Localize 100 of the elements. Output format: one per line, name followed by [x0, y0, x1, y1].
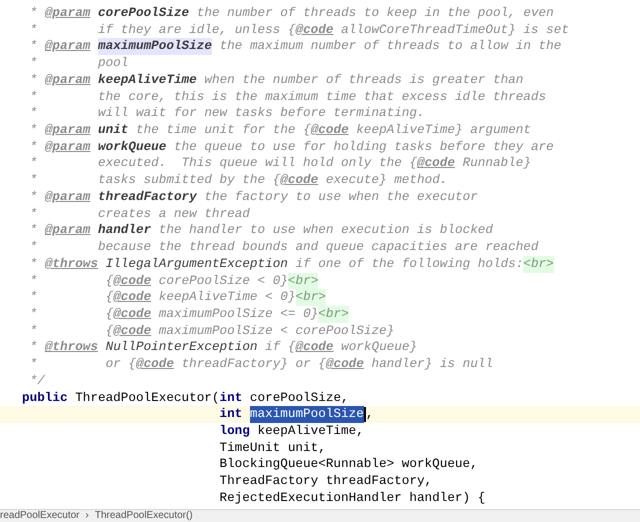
comment-marker: *	[30, 38, 38, 56]
comment-marker: *	[30, 105, 38, 122]
comment-marker: *	[30, 55, 38, 72]
comment-text: if they are idle, unless {	[98, 22, 296, 38]
code-text: ThreadFactory threadFactory,	[219, 473, 432, 490]
comment-text: the factory to use when the executor	[204, 188, 478, 206]
breadcrumb-item[interactable]: ThreadPoolExecutor()	[94, 510, 193, 522]
comment-marker: *	[30, 222, 38, 240]
comment-marker: *	[30, 306, 38, 323]
html-tag: <br>	[523, 256, 554, 272]
comment-text: tasks submitted by the {	[98, 172, 280, 189]
keyword: long	[219, 422, 250, 440]
code-tag: @code	[310, 122, 349, 139]
code-tag: @code	[136, 356, 174, 373]
parameter-name: corePoolSize	[98, 5, 190, 22]
comment-text: handler} is null	[371, 356, 493, 373]
javadoc-tag: @throws	[44, 256, 98, 272]
comment-marker: *	[30, 122, 38, 139]
parameter-name: threadFactory	[98, 188, 197, 206]
comment-text: maximumPoolSize < corePoolSize}	[158, 322, 394, 340]
comment-marker: *	[30, 72, 38, 89]
javadoc-tag: @param	[44, 222, 90, 240]
parameter-name: unit	[98, 122, 128, 139]
comment-text: maximumPoolSize <= 0}	[158, 306, 318, 323]
javadoc-tag: @param	[44, 38, 90, 56]
comment-text: {	[106, 306, 114, 323]
comment-text: {	[106, 322, 114, 340]
parameter-name: workQueue	[98, 138, 166, 156]
parameter-name: handler	[98, 222, 152, 240]
comment-marker: *	[30, 356, 38, 373]
comment-marker: *	[30, 22, 38, 38]
breadcrumb-separator: ›	[86, 510, 89, 522]
selected-text: maximumPoolSize	[250, 406, 364, 423]
comment-marker: *	[30, 272, 38, 290]
comment-marker: *	[30, 155, 38, 172]
code-tag: @code	[113, 306, 152, 323]
comment-marker: *	[30, 339, 38, 356]
code-tag: @code	[280, 172, 318, 189]
code-text: corePoolSize,	[250, 390, 349, 406]
comment-marker: *	[30, 289, 38, 306]
code-tag: @code	[326, 356, 364, 373]
code-tag: @code	[113, 322, 152, 340]
comment-text: the queue to use for holding tasks before they are	[174, 138, 554, 156]
comment-text: or {	[106, 356, 136, 373]
comment-marker: *	[30, 239, 38, 256]
comment-text: the time unit for the {	[136, 122, 311, 139]
code-text: ,	[366, 406, 374, 423]
code-text: RejectedExecutionHandler handler) {	[219, 490, 486, 507]
comment-text: pool	[98, 55, 128, 72]
javadoc-tag: @param	[44, 122, 90, 139]
code-tag: @code	[113, 289, 152, 306]
comment-text: the number of threads to keep in the pool, even	[196, 5, 554, 22]
comment-marker: *	[30, 256, 38, 272]
comment-text: the handler to use when execution is blocked	[158, 222, 493, 240]
exception-name: IllegalArgumentException	[106, 256, 288, 272]
comment-text: the core, this is the maximum time that excess idle threads	[98, 88, 546, 106]
parameter-name: keepAliveTime	[98, 72, 197, 89]
code-tag: @code	[296, 339, 334, 356]
code-text: TimeUnit unit,	[219, 440, 326, 456]
comment-text: because the thread bounds and queue capacities are reached	[98, 239, 538, 256]
comment-text: corePoolSize < 0}	[158, 272, 288, 290]
comment-text: executed. This queue will hold only the {	[98, 155, 417, 172]
comment-text: will wait for new tasks before terminating.	[98, 105, 425, 122]
comment-marker: *	[30, 188, 38, 206]
comment-marker: *	[30, 206, 38, 222]
code-tag: @code	[295, 22, 334, 38]
exception-name: NullPointerException	[106, 339, 258, 356]
comment-text: if one of the following holds:	[296, 256, 524, 272]
comment-marker: *	[30, 5, 38, 22]
text-caret	[364, 407, 366, 422]
comment-marker: *	[30, 138, 38, 156]
code-tag: @code	[113, 272, 152, 290]
javadoc-tag: @throws	[44, 339, 98, 356]
html-tag: <br>	[288, 272, 318, 290]
keyword: int	[219, 406, 242, 423]
html-tag: <br>	[296, 289, 326, 306]
code-text: keepAliveTime,	[257, 422, 364, 440]
javadoc-tag: @param	[44, 5, 90, 22]
comment-marker: */	[30, 372, 45, 390]
comment-text: threadFactory} or {	[182, 356, 326, 373]
javadoc-tag: @param	[44, 138, 90, 156]
comment-text: execute} method.	[326, 172, 448, 189]
breadcrumb-item[interactable]: readPoolExecutor	[0, 510, 80, 522]
code-text: BlockingQueue<Runnable> workQueue,	[219, 456, 478, 474]
highlighted-parameter: maximumPoolSize	[98, 38, 212, 56]
keyword: int	[220, 390, 242, 406]
comment-marker: *	[30, 322, 38, 340]
comment-text: workQueue}	[341, 339, 418, 356]
comment-text: if {	[265, 339, 296, 356]
comment-text: keepAliveTime} argument	[356, 122, 531, 139]
javadoc-tag: @param	[44, 188, 90, 206]
comment-text: creates a new thread	[98, 206, 250, 222]
code-text: ThreadPoolExecutor(	[75, 390, 220, 406]
comment-marker: *	[30, 172, 38, 189]
javadoc-tag: @param	[44, 72, 90, 89]
html-tag: <br>	[318, 306, 349, 323]
keyword: public	[22, 390, 68, 406]
comment-text: {	[106, 272, 114, 290]
comment-marker: *	[30, 88, 38, 106]
comment-text: {	[106, 289, 114, 306]
